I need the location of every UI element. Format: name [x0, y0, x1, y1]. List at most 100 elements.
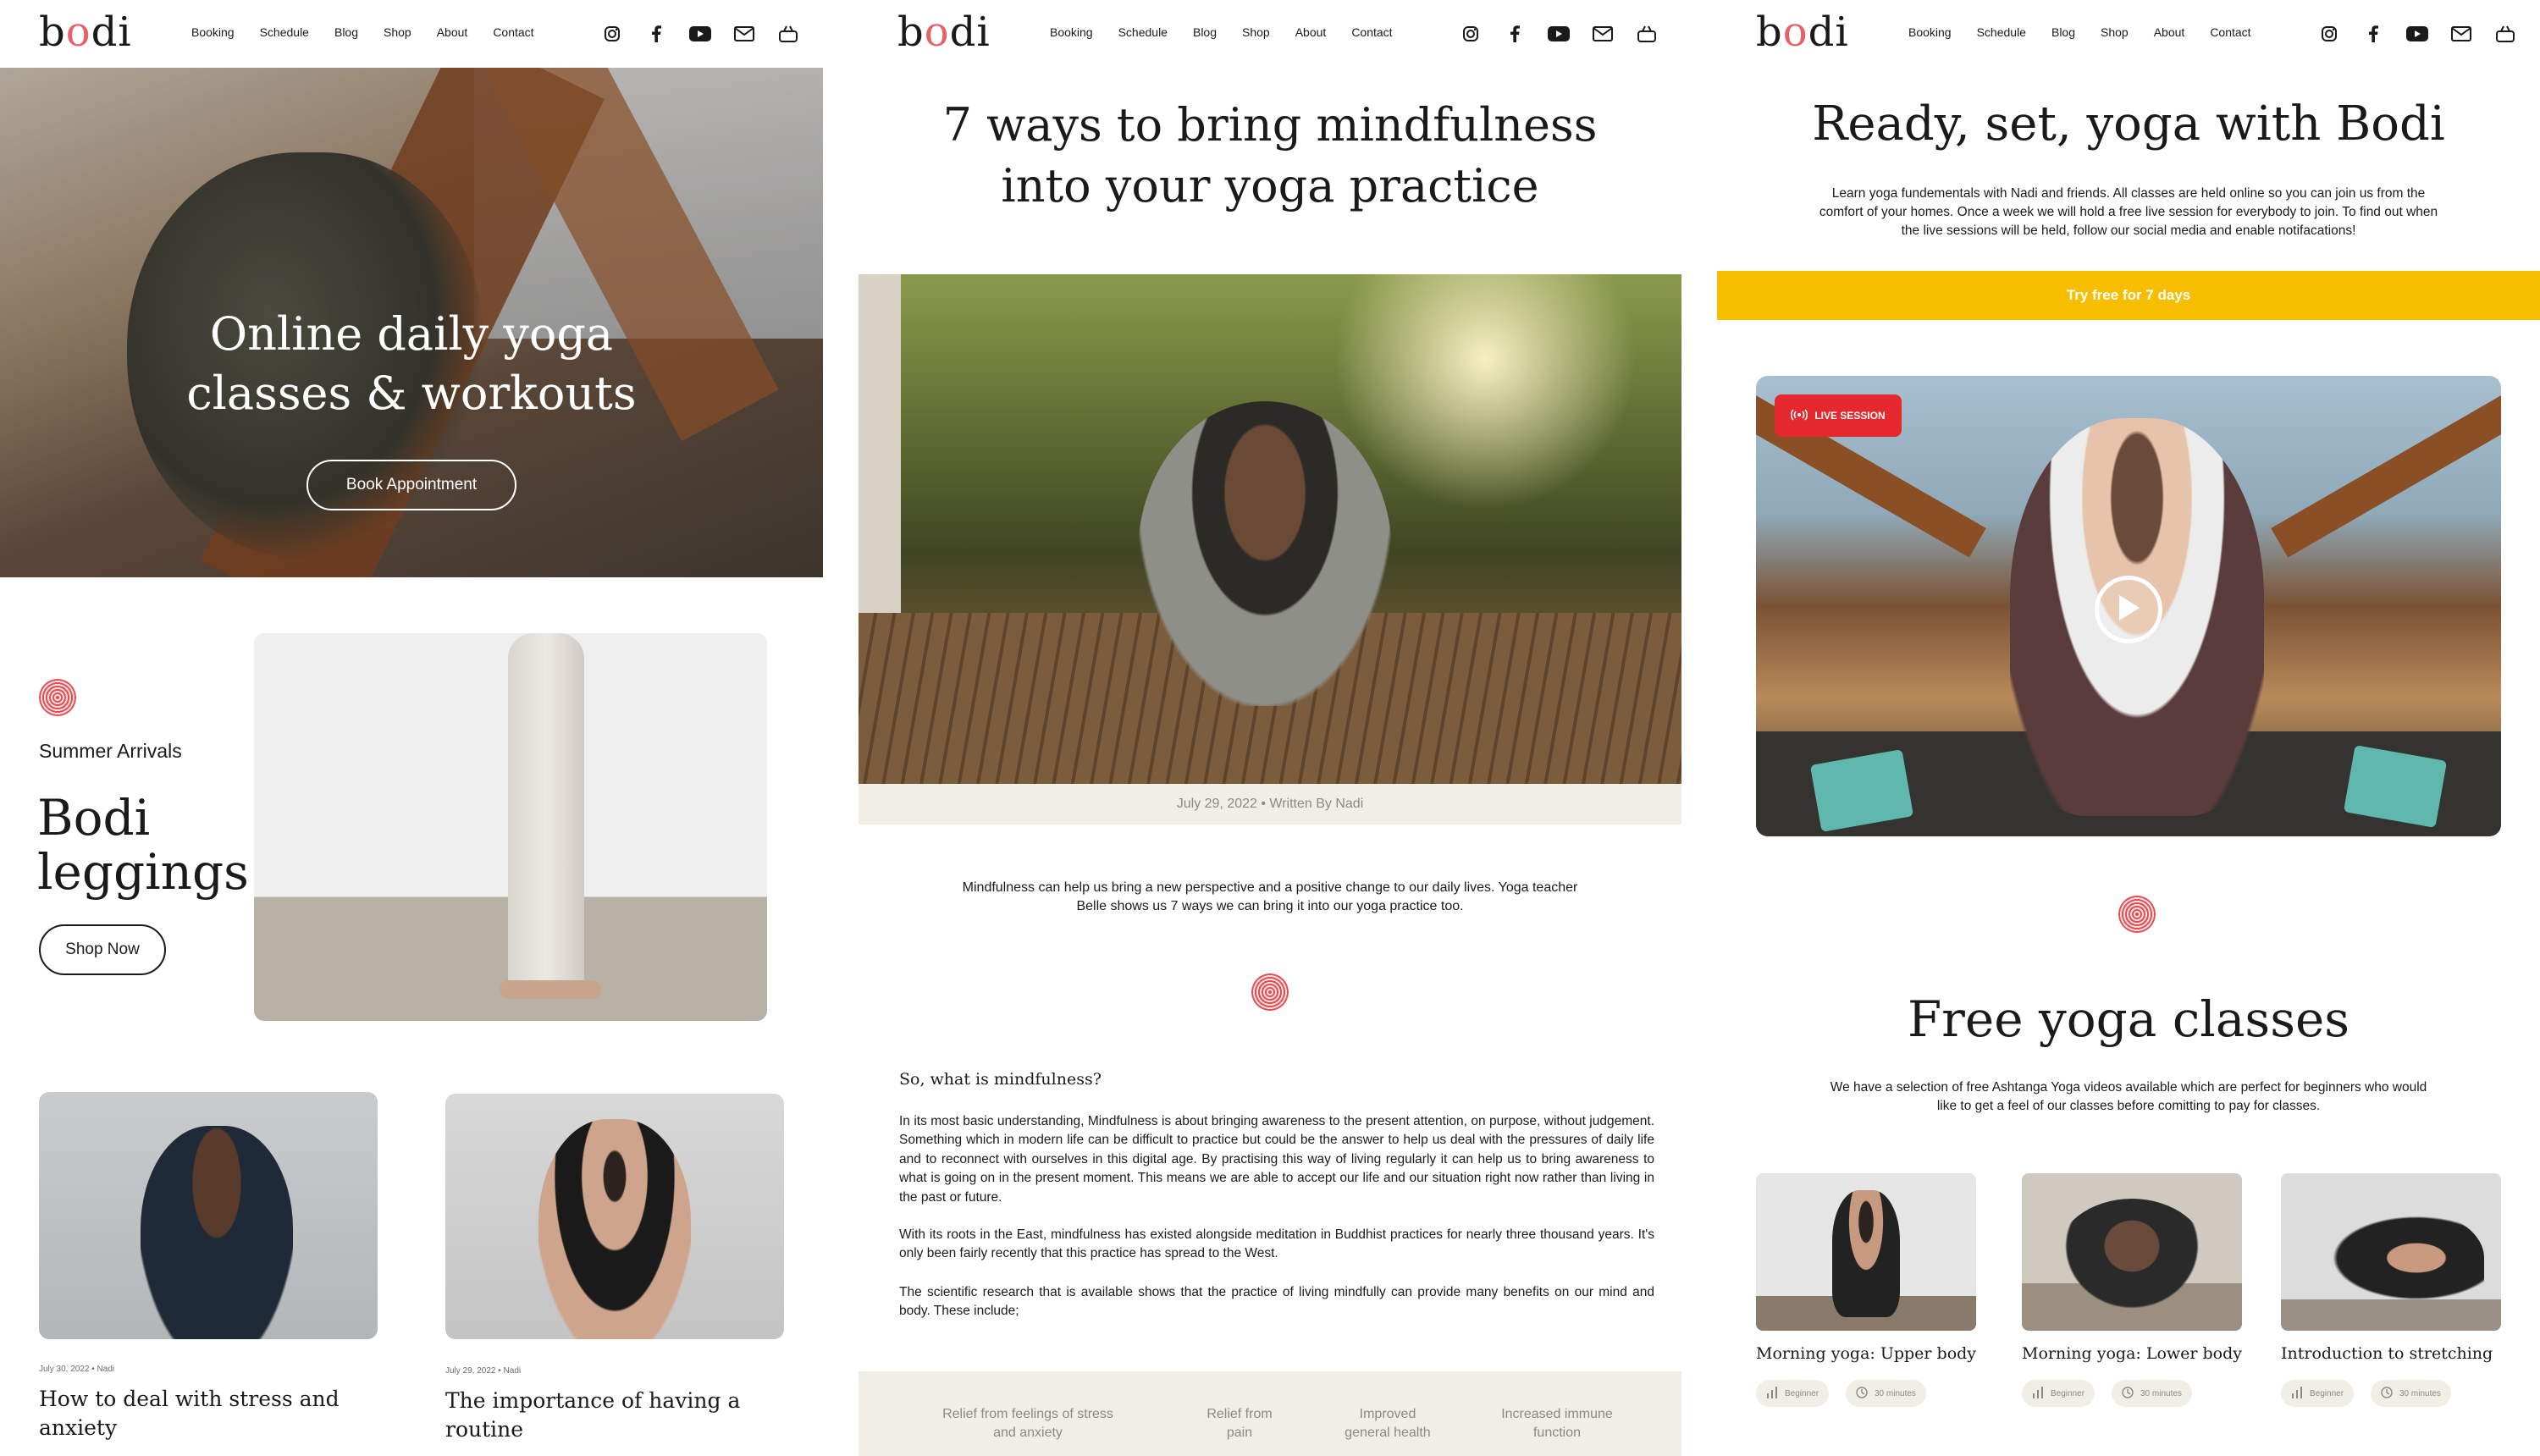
main-nav: Booking Schedule Blog Shop About Contact — [1050, 25, 1393, 39]
nav-contact[interactable]: Contact — [2210, 25, 2250, 39]
header-icons — [2316, 22, 2518, 46]
nav-blog[interactable]: Blog — [334, 25, 358, 39]
class-thumbnail-upper-body[interactable] — [1756, 1173, 1976, 1331]
level-badge: Beginner — [2022, 1380, 2096, 1407]
benefit-item: Improved general health — [1345, 1407, 1431, 1440]
article-paragraph: The scientific research that is availabl… — [899, 1285, 1654, 1319]
youtube-icon[interactable] — [1546, 22, 1571, 46]
live-video-player[interactable]: LIVE SESSION — [1756, 376, 2501, 836]
shop-now-button[interactable]: Shop Now — [39, 924, 166, 975]
logo[interactable]: bodi — [1756, 8, 1849, 56]
nav-schedule[interactable]: Schedule — [1977, 25, 2026, 39]
section-heading: So, what is mindfulness? — [899, 1070, 1102, 1089]
promo-title: Bodi leggings — [37, 789, 249, 901]
nav-shop[interactable]: Shop — [2101, 25, 2129, 39]
class-title[interactable]: Morning yoga: Upper body — [1756, 1344, 1976, 1363]
section-title: Free yoga classes — [1907, 990, 2350, 1048]
nav-shop[interactable]: Shop — [1242, 25, 1270, 39]
fingerprint-icon — [2118, 896, 2156, 933]
meditation-photo — [859, 274, 1681, 784]
class-title[interactable]: Introduction to stretching — [2281, 1344, 2493, 1363]
level-bars-icon — [2032, 1386, 2044, 1401]
broadcast-icon — [1791, 408, 1808, 423]
article-caption: July 29, 2022 • Written By Nadi — [859, 784, 1681, 825]
main-nav: Booking Schedule Blog Shop About Contact — [1908, 25, 2251, 39]
nav-contact[interactable]: Contact — [1351, 25, 1392, 39]
nav-booking[interactable]: Booking — [1908, 25, 1952, 39]
clock-icon — [2122, 1386, 2134, 1401]
post-meta: July 30, 2022 • Nadi — [39, 1365, 115, 1374]
instagram-icon[interactable] — [1458, 22, 1483, 46]
play-button[interactable] — [2095, 576, 2162, 643]
leggings-photo[interactable] — [254, 633, 767, 1021]
level-badge: Beginner — [1756, 1380, 1830, 1407]
class-thumbnail-lower-body[interactable] — [2022, 1173, 2242, 1331]
post-meta: July 29, 2022 • Nadi — [445, 1366, 522, 1376]
benefits-strip: Relief from feelings of stress and anxiet… — [859, 1371, 1681, 1456]
class-title[interactable]: Morning yoga: Lower body — [2022, 1344, 2242, 1363]
main-nav: Booking Schedule Blog Shop About Contact — [191, 25, 534, 39]
nav-booking[interactable]: Booking — [1050, 25, 1093, 39]
fingerprint-icon — [39, 679, 76, 716]
site-header: bodi Booking Schedule Blog Shop About Co… — [0, 0, 823, 68]
header-icons — [599, 22, 801, 46]
logo[interactable]: bodi — [39, 8, 132, 56]
try-free-button[interactable]: Try free for 7 days — [1717, 271, 2540, 320]
post-image-routine[interactable] — [445, 1094, 784, 1339]
page-lead: Learn yoga fundementals with Nadi and fr… — [1819, 186, 2438, 238]
nav-schedule[interactable]: Schedule — [1118, 25, 1168, 39]
post-title-stress[interactable]: How to deal with stress and anxiety — [39, 1385, 340, 1442]
nav-about[interactable]: About — [437, 25, 468, 39]
article-paragraph: With its roots in the East, mindfulness … — [899, 1227, 1654, 1261]
nav-blog[interactable]: Blog — [1193, 25, 1217, 39]
live-session-badge: LIVE SESSION — [1775, 394, 1902, 437]
duration-badge: 30 minutes — [2112, 1380, 2192, 1407]
mail-icon[interactable] — [2449, 22, 2474, 46]
basket-icon[interactable] — [2493, 22, 2518, 46]
page-title: Ready, set, yoga with Bodi — [1812, 97, 2445, 152]
play-icon — [2116, 593, 2141, 626]
article-intro: Mindfulness can help us bring a new pers… — [962, 880, 1578, 913]
level-badge: Beginner — [2281, 1380, 2355, 1407]
instagram-icon[interactable] — [2316, 22, 2342, 46]
youtube-icon[interactable] — [2405, 22, 2430, 46]
header-icons — [1458, 22, 1659, 46]
class-thumbnail-stretching[interactable] — [2281, 1173, 2501, 1331]
post-image-stress[interactable] — [39, 1092, 378, 1339]
facebook-icon[interactable] — [643, 22, 669, 46]
mail-icon[interactable] — [1590, 22, 1615, 46]
instagram-icon[interactable] — [599, 22, 625, 46]
book-appointment-button[interactable]: Book Appointment — [306, 460, 516, 510]
fingerprint-icon — [1251, 973, 1289, 1011]
basket-icon[interactable] — [1634, 22, 1659, 46]
nav-blog[interactable]: Blog — [2051, 25, 2075, 39]
nav-about[interactable]: About — [2154, 25, 2185, 39]
basket-icon[interactable] — [776, 22, 801, 46]
facebook-icon[interactable] — [2361, 22, 2386, 46]
benefit-item: Relief from pain — [1206, 1407, 1273, 1440]
youtube-icon[interactable] — [687, 22, 713, 46]
level-bars-icon — [2291, 1386, 2303, 1401]
nav-contact[interactable]: Contact — [493, 25, 533, 39]
logo[interactable]: bodi — [897, 8, 991, 56]
hero-banner: Online daily yoga classes & workouts Boo… — [0, 68, 823, 577]
post-title-routine[interactable]: The importance of having a routine — [445, 1387, 740, 1444]
article-paragraph: In its most basic understanding, Mindful… — [899, 1114, 1654, 1205]
nav-about[interactable]: About — [1295, 25, 1327, 39]
site-header: bodi Booking Schedule Blog Shop About Co… — [1717, 0, 2540, 68]
article-page: bodi Booking Schedule Blog Shop About Co… — [859, 0, 1681, 1456]
mail-icon[interactable] — [732, 22, 757, 46]
section-lead: We have a selection of free Ashtanga Yog… — [1830, 1080, 2427, 1113]
duration-badge: 30 minutes — [2371, 1380, 2451, 1407]
benefit-item: Relief from feelings of stress and anxiet… — [942, 1407, 1113, 1440]
promo-kicker: Summer Arrivals — [39, 740, 182, 762]
level-bars-icon — [1766, 1386, 1778, 1401]
clock-icon — [2381, 1386, 2393, 1401]
home-page: bodi Booking Schedule Blog Shop About Co… — [0, 0, 823, 1456]
nav-schedule[interactable]: Schedule — [260, 25, 309, 39]
facebook-icon[interactable] — [1502, 22, 1527, 46]
nav-shop[interactable]: Shop — [384, 25, 411, 39]
classes-page: bodi Booking Schedule Blog Shop About Co… — [1717, 0, 2540, 1456]
nav-booking[interactable]: Booking — [191, 25, 235, 39]
benefit-item: Increased immune function — [1501, 1407, 1613, 1440]
